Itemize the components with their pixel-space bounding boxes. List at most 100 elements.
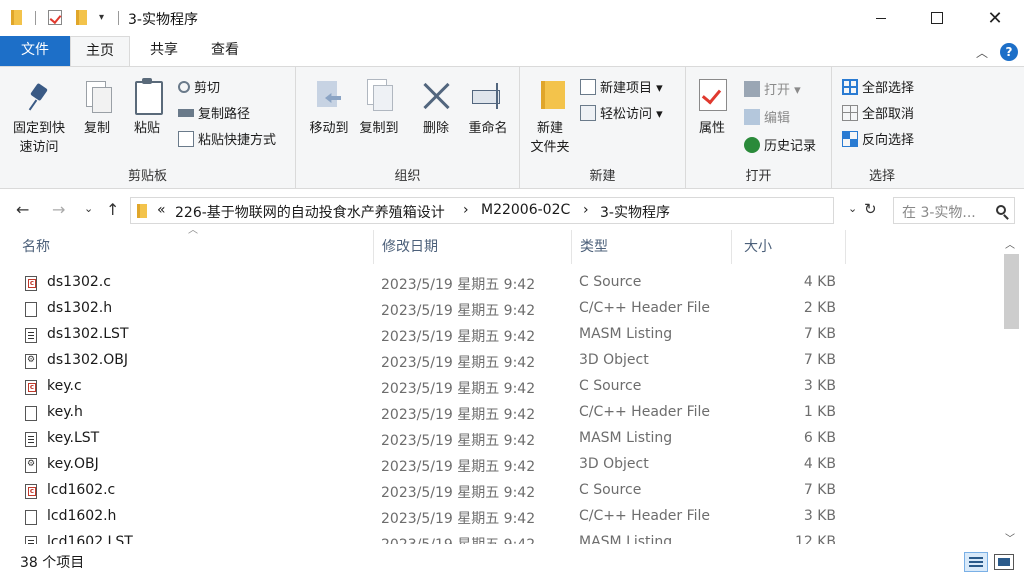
invert-selection-button[interactable]: 反向选择 [842,129,914,148]
delete-icon [420,79,452,113]
invert-selection-icon [842,130,858,147]
refresh-icon[interactable]: ↻ [864,200,877,218]
file-name: lcd1602.h [47,508,117,524]
copy-icon [82,79,112,113]
new-folder-button[interactable]: 新建 文件夹 [526,77,574,155]
tab-share[interactable]: 共享 [134,36,194,66]
open-button[interactable]: 打开 ▾ [744,79,801,98]
file-date: 2023/5/19 星期五 9:42 [381,355,536,371]
table-row[interactable]: key.LST 2023/5/19 星期五 9:42 MASM Listing … [0,426,1000,452]
select-none-label: 全部取消 [862,107,915,122]
table-row[interactable]: lcd1602.LST 2023/5/19 星期五 9:42 MASM List… [0,530,1000,544]
copy-path-icon [178,108,194,117]
edit-button[interactable]: 编辑 [744,107,790,126]
table-row[interactable]: key.h 2023/5/19 星期五 9:42 C/C++ Header Fi… [0,400,1000,426]
column-header-date[interactable]: 修改日期 [374,230,572,264]
address-history-chevron-icon[interactable]: ⌄ [848,202,857,215]
table-row[interactable]: lcd1602.h 2023/5/19 星期五 9:42 C/C++ Heade… [0,504,1000,530]
help-icon[interactable]: ? [1000,43,1018,61]
large-icons-view-icon[interactable] [994,554,1014,570]
column-header-name[interactable]: 名称 [14,230,374,264]
paste-shortcut-button[interactable]: 粘贴快捷方式 [178,129,276,148]
delete-button[interactable]: 删除 [416,79,456,136]
file-size: 7 KB [803,326,836,342]
file-type: C Source [579,378,642,394]
pin-to-quick-access-button[interactable]: 固定到快 速访问 [6,81,72,155]
table-row[interactable]: ds1302.LST 2023/5/19 星期五 9:42 MASM Listi… [0,322,1000,348]
open-label: 打开 ▾ [764,83,801,98]
table-row[interactable]: ds1302.h 2023/5/19 星期五 9:42 C/C++ Header… [0,296,1000,322]
scroll-down-arrow-icon[interactable]: ﹀ [1005,530,1015,545]
separator [35,11,36,25]
open-group: 属性 打开 ▾ 编辑 历史记录 打开 [686,67,832,188]
cut-button[interactable]: 剪切 [178,77,220,96]
forward-arrow-icon[interactable]: → [52,200,65,219]
table-row[interactable]: key.OBJ 2023/5/19 星期五 9:42 3D Object 4 K… [0,452,1000,478]
move-to-icon [313,77,345,113]
tab-file[interactable]: 文件 [0,36,70,66]
file-type: MASM Listing [579,430,673,446]
history-button[interactable]: 历史记录 [744,135,816,154]
clipboard-group-label: 剪贴板 [127,169,167,184]
breadcrumb-item-project[interactable]: 226-基于物联网的自动投食水产养殖箱设计 [175,202,445,222]
maximize-button[interactable] [914,0,960,36]
paste-icon [132,77,163,115]
file-name: key.c [47,378,82,394]
paste-button[interactable]: 粘贴 [126,77,168,136]
copy-path-button[interactable]: 复制路径 [178,103,250,122]
scrollbar-thumb[interactable] [1004,254,1019,329]
details-view-icon[interactable] [964,552,988,572]
c-source-icon [25,380,37,395]
file-name: key.LST [47,430,100,446]
file-type: C/C++ Header File [579,404,711,420]
recent-locations-chevron-icon[interactable]: ⌄ [84,202,93,215]
new-group-label: 新建 [589,169,616,184]
folder-icon [11,10,22,25]
column-header-size[interactable]: 大小 [736,230,846,264]
up-arrow-icon[interactable]: ↑ [106,200,119,219]
minimize-button[interactable] [858,0,904,36]
copy-button[interactable]: 复制 [78,79,116,136]
properties-button[interactable]: 属性 [692,77,732,136]
breadcrumb-item-m22006[interactable]: M22006-02C [481,202,570,218]
new-folder-quick-icon[interactable] [76,10,87,25]
organize-group-label: 组织 [394,169,421,184]
select-none-button[interactable]: 全部取消 [842,103,914,122]
tab-home[interactable]: 主页 [70,36,130,67]
status-bar: 38 个项目 [0,548,1024,576]
table-row[interactable]: ds1302.OBJ 2023/5/19 星期五 9:42 3D Object … [0,348,1000,374]
ribbon: 固定到快 速访问 复制 粘贴 剪切 复制路径 粘贴快捷方式 剪贴板 移动到 复制… [0,66,1024,189]
file-size: 4 KB [803,456,836,472]
new-item-button[interactable]: 新建项目 ▾ [580,77,663,96]
cut-label: 剪切 [194,81,221,96]
file-date: 2023/5/19 星期五 9:42 [381,303,536,319]
customize-quick-access-button[interactable]: ▾ [99,12,104,23]
breadcrumb-overflow[interactable]: « [157,202,166,218]
copy-to-button[interactable]: 复制到 [354,77,404,136]
close-button[interactable]: ✕ [972,0,1018,36]
tab-view[interactable]: 查看 [194,36,256,66]
file-size: 6 KB [803,430,836,446]
breadcrumb-separator[interactable]: › [583,202,589,218]
file-type: C Source [579,274,642,290]
table-row[interactable]: ds1302.c 2023/5/19 星期五 9:42 C Source 4 K… [0,270,1000,296]
file-type: C Source [579,482,642,498]
easy-access-button[interactable]: 轻松访问 ▾ [580,103,663,122]
move-to-label: 移动到 [309,121,349,136]
address-bar[interactable]: « 226-基于物联网的自动投食水产养殖箱设计 › M22006-02C › 3… [130,197,834,224]
select-all-button[interactable]: 全部选择 [842,77,914,96]
scroll-up-arrow-icon[interactable]: ︿ [1005,236,1015,251]
move-to-button[interactable]: 移动到 [304,77,354,136]
ribbon-tabs: 文件 主页 共享 查看 ︿ [0,36,1024,67]
properties-quick-icon[interactable] [48,10,62,25]
search-input[interactable]: 在 3-实物... [893,197,1015,224]
column-header-type[interactable]: 类型 [572,230,732,264]
collapse-ribbon-icon[interactable]: ︿ [976,44,988,61]
breadcrumb-item-current[interactable]: 3-实物程序 [600,202,670,222]
breadcrumb-separator[interactable]: › [463,202,469,218]
table-row[interactable]: lcd1602.c 2023/5/19 星期五 9:42 C Source 7 … [0,478,1000,504]
rename-button[interactable]: 重命名 [462,79,514,136]
table-row[interactable]: key.c 2023/5/19 星期五 9:42 C Source 3 KB [0,374,1000,400]
new-item-label: 新建项目 ▾ [600,81,663,96]
back-arrow-icon[interactable]: ← [16,200,29,219]
